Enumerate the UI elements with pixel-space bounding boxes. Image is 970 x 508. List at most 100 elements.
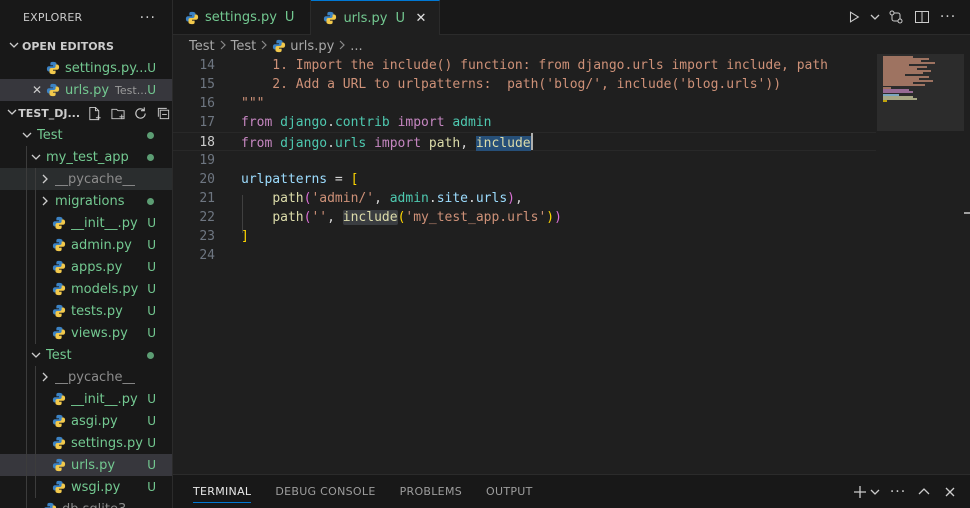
split-editor-icon[interactable] [912, 7, 932, 27]
tree-folder[interactable]: Test [0, 344, 172, 366]
tree-folder[interactable]: __pycache__ [0, 168, 172, 190]
breadcrumb-item[interactable]: Test [189, 39, 215, 54]
panel-tab-output[interactable]: OUTPUT [486, 475, 533, 508]
collapse-all-icon[interactable] [155, 105, 172, 121]
new-file-icon[interactable] [86, 105, 103, 121]
code-token: , [514, 191, 523, 206]
indent-guide [35, 322, 36, 344]
indent-guide [35, 388, 36, 410]
python-file-icon [272, 39, 286, 53]
modified-dot-icon [147, 153, 154, 161]
refresh-icon[interactable] [132, 105, 149, 121]
open-editors-list: settings.py... U ✕ urls.py Test... U [0, 57, 172, 101]
ellipsis-icon[interactable]: ··· [890, 484, 906, 500]
tree-item-label: __init__.py [71, 215, 138, 231]
code-line[interactable]: 15 2. Add a URL to urlpatterns: path('bl… [173, 75, 876, 94]
indent-guide [26, 498, 27, 508]
code-line[interactable]: 21 path('admin/', admin.site.urls), [173, 189, 876, 208]
breadcrumb-file[interactable]: urls.py [290, 39, 334, 54]
code-line[interactable]: 23] [173, 227, 876, 246]
maximize-panel-icon[interactable] [916, 484, 932, 500]
tree-file[interactable]: apps.py U [0, 256, 172, 278]
code-line[interactable]: 17 from django.contrib import admin [173, 113, 876, 132]
close-icon[interactable]: ✕ [28, 83, 46, 97]
minimap[interactable] [879, 54, 964, 474]
tree-item-label: __init__.py [71, 391, 138, 407]
git-status-badge: U [147, 61, 156, 75]
python-file-icon [185, 11, 199, 25]
git-status-badge: U [147, 326, 156, 340]
code-token: ) [554, 210, 562, 225]
workspace-header[interactable]: TEST_DJ... [0, 102, 172, 124]
indent-guide [26, 366, 27, 388]
indent-guide [26, 410, 27, 432]
code-line[interactable]: 22 path('', include('my_test_app.urls')) [173, 208, 876, 227]
code-token: include [342, 210, 398, 225]
close-icon[interactable]: ✕ [413, 10, 429, 26]
tree-file[interactable]: admin.py U [0, 234, 172, 256]
tree-file[interactable]: models.py U [0, 278, 172, 300]
code-token: django [280, 136, 328, 151]
code-line[interactable]: 18 from django.urls import path, include [173, 132, 876, 151]
code-token: from [241, 136, 273, 151]
code-token: . [327, 115, 335, 130]
chevron-down-icon[interactable] [870, 7, 880, 27]
tree-folder[interactable]: migrations [0, 190, 172, 212]
indent-guide [26, 432, 27, 454]
tree-folder[interactable]: __pycache__ [0, 366, 172, 388]
tree-folder[interactable]: Test [0, 124, 172, 146]
tree-file[interactable]: tests.py U [0, 300, 172, 322]
run-python-file-icon[interactable] [844, 7, 864, 27]
tree-file[interactable]: db.sqlite3 [0, 498, 172, 508]
ellipsis-icon[interactable]: ··· [140, 10, 156, 26]
code-editor[interactable]: 14 1. Import the include() function: fro… [173, 54, 970, 474]
add-terminal-icon[interactable] [852, 484, 868, 500]
tab-settings-py[interactable]: settings.py U [173, 0, 312, 35]
code-line[interactable]: 24 [173, 246, 876, 265]
panel-tab-problems[interactable]: PROBLEMS [400, 475, 462, 508]
tree-file[interactable]: settings.py U [0, 432, 172, 454]
indent-guide [35, 190, 36, 212]
code-line[interactable]: 16 """ [173, 94, 876, 113]
panel-tab-debug-console[interactable]: DEBUG CONSOLE [275, 475, 375, 508]
tab-urls-py[interactable]: urls.py U ✕ [311, 0, 440, 35]
tree-file[interactable]: views.py U [0, 322, 172, 344]
tree-file[interactable]: asgi.py U [0, 410, 172, 432]
text-cursor [530, 133, 533, 150]
line-number: 17 [199, 115, 215, 130]
line-content: 2. Add a URL to urlpatterns: path('blog/… [241, 75, 781, 94]
tree-folder[interactable]: my_test_app [0, 146, 172, 168]
python-file-icon [52, 436, 66, 450]
tree-file[interactable]: __init__.py U [0, 388, 172, 410]
line-number: 15 [199, 77, 215, 92]
tree-item-label: db.sqlite3 [62, 502, 126, 508]
minimap-line [883, 98, 917, 100]
tree-file[interactable]: urls.py U [0, 454, 172, 476]
explorer-header: EXPLORER ··· [0, 0, 172, 35]
editor-actions: ··· [844, 0, 970, 34]
ellipsis-icon[interactable]: ··· [938, 7, 958, 27]
new-folder-icon[interactable] [109, 105, 126, 121]
code-token: 2. Add a URL to urlpatterns: path('blog/… [241, 77, 782, 92]
file-tree: Test my_test_app __pycache__ migrations __in… [0, 124, 172, 508]
open-editor-item[interactable]: ✕ urls.py Test... U [0, 79, 172, 101]
modified-dot-icon [147, 197, 154, 205]
tree-file[interactable]: __init__.py U [0, 212, 172, 234]
chevron-down-icon[interactable] [870, 484, 880, 500]
open-editors-header[interactable]: OPEN EDITORS [0, 35, 172, 57]
indent-guide [242, 195, 243, 233]
code-token: path [272, 191, 304, 206]
compare-changes-icon[interactable] [886, 7, 906, 27]
code-line[interactable]: 14 1. Import the include() function: fro… [173, 56, 876, 75]
chevron-down-icon [6, 107, 18, 120]
breadcrumb-symbol[interactable]: ... [350, 39, 362, 54]
close-panel-icon[interactable] [942, 484, 958, 500]
tree-item-label: Test [37, 127, 63, 143]
code-line[interactable]: 19 [173, 151, 876, 170]
code-line[interactable]: 20 urlpatterns = [ [173, 170, 876, 189]
tab-label: settings.py [205, 10, 277, 25]
tree-file[interactable]: wsgi.py U [0, 476, 172, 498]
panel-tab-terminal[interactable]: TERMINAL [193, 475, 252, 508]
breadcrumb-item[interactable]: Test [231, 39, 257, 54]
open-editor-item[interactable]: settings.py... U [0, 57, 172, 79]
